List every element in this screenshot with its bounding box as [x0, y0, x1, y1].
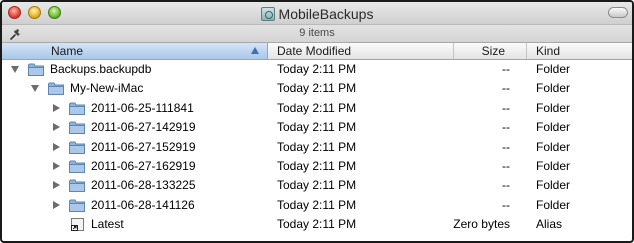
- disclosure-triangle-closed-icon[interactable]: [53, 181, 60, 190]
- item-size: Zero bytes: [453, 217, 510, 232]
- item-date: Today 2:11 PM: [277, 178, 357, 193]
- disclosure-triangle-open-icon[interactable]: [31, 85, 39, 93]
- disclosure-triangle-open-icon[interactable]: [11, 66, 19, 73]
- title-bar: MobileBackups: [2, 2, 632, 25]
- item-name: Latest: [91, 217, 124, 232]
- item-name: 2011-06-28-133225: [91, 178, 196, 193]
- window-title-group: MobileBackups: [2, 2, 632, 25]
- folder-icon: [48, 82, 64, 96]
- item-size: --: [502, 178, 510, 193]
- item-date: Today 2:11 PM: [277, 158, 357, 173]
- folder-icon: [69, 160, 85, 173]
- list-item[interactable]: 2011-06-27-162919 Today 2:11 PM -- Folde…: [2, 157, 632, 176]
- column-header: Name Date Modified Size Kind: [2, 43, 632, 60]
- list-item[interactable]: 2011-06-28-133225 Today 2:11 PM -- Folde…: [2, 176, 632, 195]
- item-kind: Folder: [536, 197, 571, 212]
- item-size: --: [502, 62, 510, 76]
- list-item[interactable]: Latest Today 2:11 PM Zero bytes Alias: [2, 215, 632, 234]
- item-kind: Folder: [536, 120, 571, 135]
- item-kind: Folder: [536, 100, 571, 115]
- item-date: Today 2:11 PM: [277, 217, 357, 232]
- item-date: Today 2:11 PM: [277, 120, 357, 135]
- file-list: Backups.backupdb Today 2:11 PM -- Folder…: [2, 60, 632, 235]
- list-item[interactable]: 2011-06-27-152919 Today 2:11 PM -- Folde…: [2, 138, 632, 157]
- item-kind: Folder: [536, 139, 571, 154]
- item-kind: Folder: [536, 62, 571, 76]
- item-date: Today 2:11 PM: [277, 139, 357, 154]
- disclosure-triangle-closed-icon[interactable]: [53, 103, 60, 112]
- item-kind: Alias: [536, 217, 563, 232]
- column-header-name-label: Name: [51, 44, 84, 58]
- item-name: 2011-06-27-152919: [91, 139, 196, 154]
- alias-icon: [71, 218, 84, 232]
- disclosure-triangle-closed-icon[interactable]: [53, 142, 60, 151]
- column-header-date[interactable]: Date Modified: [268, 43, 454, 59]
- item-size: --: [502, 139, 510, 154]
- item-count: 9 items: [299, 27, 335, 39]
- folder-icon: [69, 179, 85, 193]
- disclosure-triangle-closed-icon[interactable]: [53, 123, 60, 132]
- column-header-kind[interactable]: Kind: [527, 43, 632, 59]
- item-name: 2011-06-27-142919: [91, 120, 196, 135]
- item-name: 2011-06-28-141126: [91, 197, 195, 212]
- list-item[interactable]: My-New-iMac Today 2:11 PM -- Folder: [2, 79, 632, 98]
- disclosure-triangle-closed-icon[interactable]: [53, 200, 60, 209]
- item-date: Today 2:11 PM: [277, 197, 357, 212]
- item-date: Today 2:11 PM: [277, 62, 357, 76]
- folder-icon: [69, 141, 85, 154]
- folder-icon: [69, 199, 85, 212]
- item-date: Today 2:11 PM: [277, 81, 357, 96]
- list-item[interactable]: 2011-06-28-141126 Today 2:11 PM -- Folde…: [2, 196, 632, 215]
- item-name: My-New-iMac: [70, 81, 144, 96]
- folder-icon: [28, 63, 44, 76]
- item-date: Today 2:11 PM: [277, 100, 357, 115]
- list-item[interactable]: 2011-06-25-111841 Today 2:11 PM -- Folde…: [2, 99, 632, 118]
- folder-icon: [69, 121, 85, 135]
- item-size: --: [502, 158, 510, 173]
- disclosure-triangle-closed-icon[interactable]: [53, 161, 60, 170]
- item-name: 2011-06-25-111841: [91, 100, 194, 115]
- list-item[interactable]: 2011-06-27-142919 Today 2:11 PM -- Folde…: [2, 118, 632, 137]
- column-header-name[interactable]: Name: [2, 43, 268, 59]
- folder-icon: [69, 102, 85, 115]
- sort-ascending-icon: [251, 47, 259, 54]
- item-name: 2011-06-27-162919: [91, 158, 196, 173]
- item-kind: Folder: [536, 158, 571, 173]
- list-item[interactable]: Backups.backupdb Today 2:11 PM -- Folder: [2, 60, 632, 79]
- finder-window: MobileBackups 9 items Name Date Modified…: [0, 0, 634, 243]
- toolbar-toggle-button[interactable]: [608, 7, 628, 18]
- item-kind: Folder: [536, 81, 571, 96]
- item-size: --: [502, 197, 510, 212]
- status-bar: 9 items: [2, 25, 632, 43]
- item-size: --: [502, 81, 510, 96]
- item-size: --: [502, 100, 510, 115]
- disk-icon: [260, 6, 275, 21]
- item-size: --: [502, 120, 510, 135]
- item-name: Backups.backupdb: [50, 62, 152, 76]
- window-title: MobileBackups: [278, 5, 374, 22]
- item-kind: Folder: [536, 178, 571, 193]
- column-header-size[interactable]: Size: [454, 43, 527, 59]
